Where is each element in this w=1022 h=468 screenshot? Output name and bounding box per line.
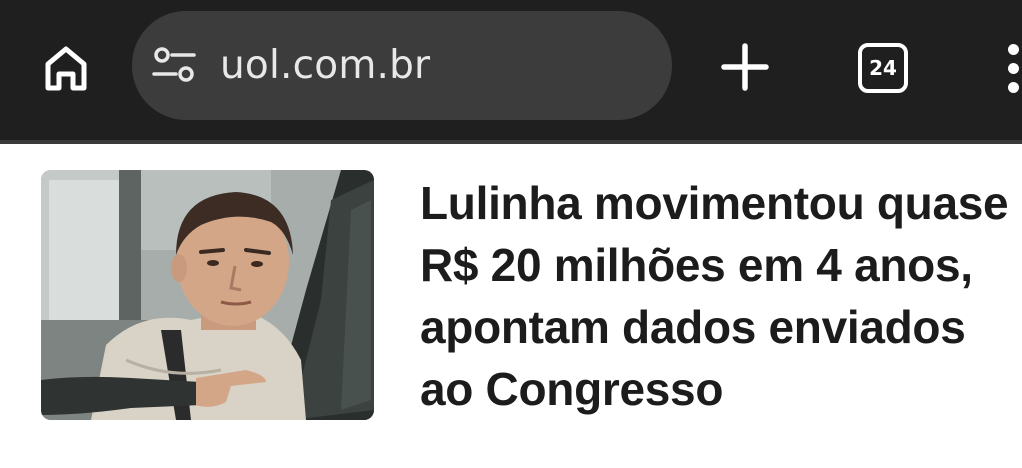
tab-switcher-button[interactable]: 24 [853,38,911,96]
home-icon [45,46,87,91]
tab-count-badge: 24 [858,43,908,93]
plus-icon [721,43,769,91]
article-thumbnail[interactable] [41,170,374,420]
overflow-menu-button[interactable] [994,36,1022,100]
article-photo [41,170,374,420]
url-text: uol.com.br [220,43,431,88]
new-tab-button[interactable] [716,38,774,96]
browser-toolbar: uol.com.br 24 [0,0,1022,140]
article-headline[interactable]: Lulinha movimentou quase R$ 20 milhões e… [420,172,1022,420]
home-button[interactable] [36,38,96,98]
news-article-card[interactable]: Lulinha movimentou quase R$ 20 milhões e… [0,144,1022,468]
address-bar[interactable]: uol.com.br [132,11,672,120]
site-settings-icon [152,47,196,82]
